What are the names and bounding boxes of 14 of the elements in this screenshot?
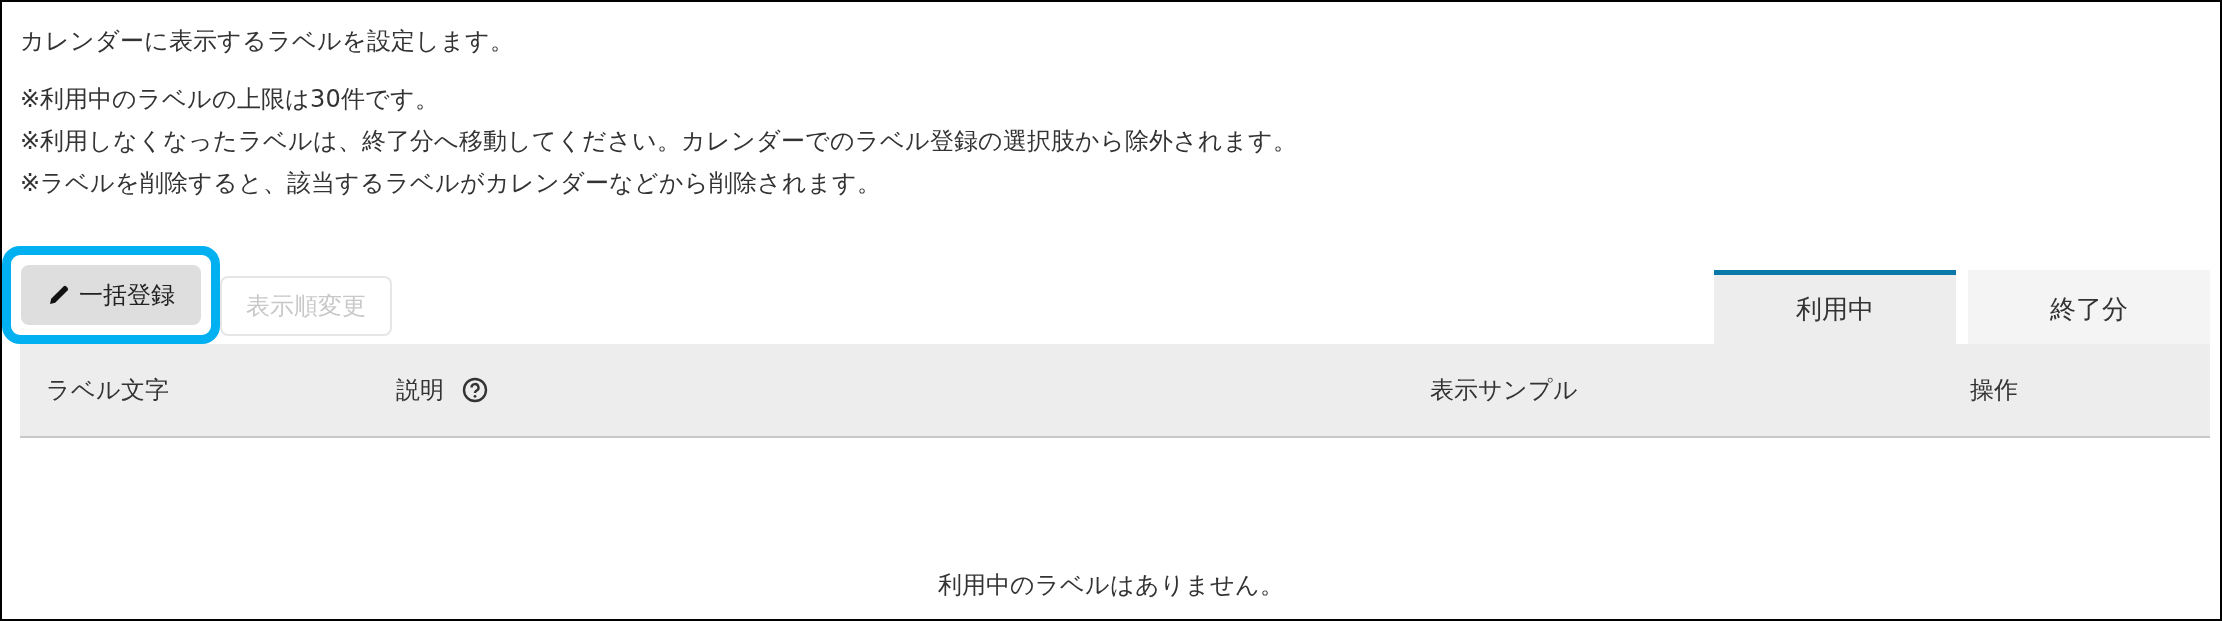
empty-message: 利用中のラベルはありません。 [938,570,1284,601]
column-header: 操作 [1970,375,2018,406]
intro-text: カレンダーに表示するラベルを設定します。 [20,26,515,57]
help-icon[interactable] [462,377,488,403]
note-text: ※ラベルを削除すると、該当するラベルがカレンダーなどから削除されます。 [20,168,883,199]
column-header: 表示サンプル [1430,375,1578,406]
column-header: 説明 [396,375,444,406]
bulk-register-button[interactable]: 一括登録 [21,265,201,325]
pencil-icon [47,283,71,307]
note-text: ※利用中のラベルの上限は30件です。 [20,84,440,115]
note-text: ※利用しなくなったラベルは、終了分へ移動してください。カレンダーでのラベル登録の選択肢から除外されます。 [20,126,1299,157]
column-header: ラベル文字 [46,375,169,406]
tab[interactable]: 利用中 [1714,270,1956,344]
tab[interactable]: 終了分 [1968,270,2210,344]
